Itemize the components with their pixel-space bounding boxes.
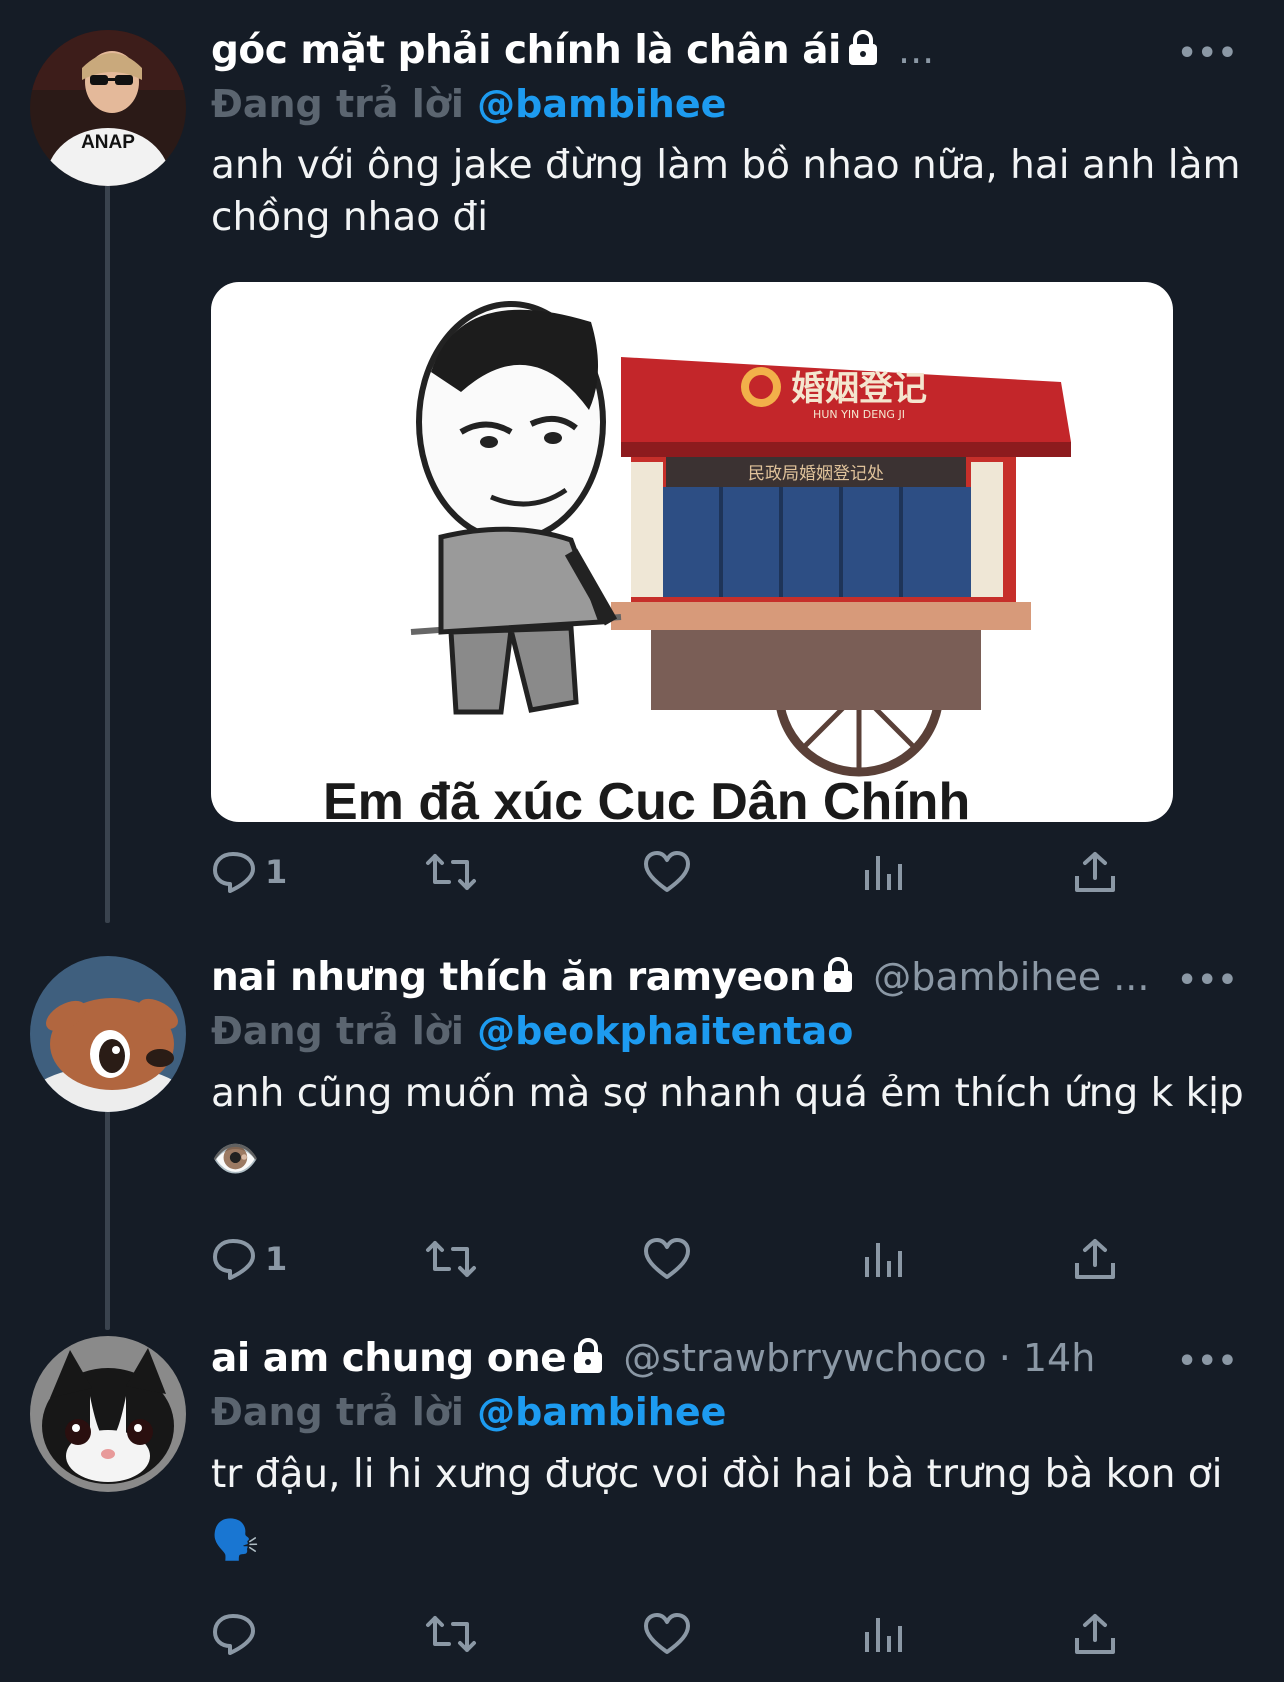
heart-icon <box>644 1238 690 1279</box>
retweet-button[interactable] <box>425 850 477 894</box>
replying-prefix: Đang trả lời <box>211 1009 464 1053</box>
replying-prefix: Đang trả lời <box>211 82 464 126</box>
tweet-image[interactable]: 民政局婚姻登记处 婚姻登记 HUN YIN DENG JI Em đã xúc … <box>211 282 1173 822</box>
like-button[interactable] <box>643 1612 691 1656</box>
reply-button[interactable]: 1 <box>211 1237 287 1281</box>
tweet-header: ai am chung one @strawbrrywchoco · 14h •… <box>211 1336 1244 1392</box>
lock-icon <box>845 29 881 71</box>
replying-to: Đang trả lời @beokphaitentao <box>211 1009 1244 1053</box>
handle[interactable]: ... <box>898 28 934 72</box>
thread-line-2 <box>105 1108 110 1330</box>
reply-button[interactable]: 1 <box>211 850 287 894</box>
share-button[interactable] <box>1073 850 1117 894</box>
analytics-icon <box>865 1618 902 1652</box>
reply-button[interactable] <box>211 1612 265 1656</box>
retweet-button[interactable] <box>425 1237 477 1281</box>
share-button[interactable] <box>1073 1237 1117 1281</box>
like-button[interactable] <box>643 1237 691 1281</box>
avatar-shirt-text: ANAP <box>81 132 135 153</box>
share-button[interactable] <box>1073 1612 1117 1656</box>
tweet-header: góc mặt phải chính là chân ái ... ••• <box>211 28 1244 84</box>
analytics-button[interactable] <box>861 1612 905 1656</box>
analytics-icon <box>865 856 902 890</box>
retweet-button[interactable] <box>425 1612 477 1656</box>
avatar[interactable] <box>30 1336 186 1492</box>
mention-link[interactable]: @beokphaitentao <box>477 1009 853 1053</box>
share-icon <box>1075 1239 1115 1279</box>
meme-banner-text: 民政局婚姻登记处 <box>748 464 884 484</box>
more-options-icon[interactable]: ••• <box>1177 36 1238 71</box>
more-options-icon[interactable]: ••• <box>1177 1344 1238 1379</box>
tweet-header: nai nhưng thích ăn ramyeon @bambihee ...… <box>211 955 1244 1011</box>
meme-sign-subtext: HUN YIN DENG JI <box>813 408 905 421</box>
tweet-actions <box>211 1612 1244 1672</box>
retweet-icon <box>426 1616 476 1652</box>
tweet-text: anh cũng muốn mà sợ nhanh quá ẻm thích ứ… <box>211 1071 1244 1182</box>
heart-icon <box>644 1613 690 1654</box>
heart-icon <box>644 851 690 892</box>
reply-count: 1 <box>265 1240 288 1278</box>
tweet-actions: 1 <box>211 1237 1244 1297</box>
more-options-icon[interactable]: ••• <box>1177 963 1238 998</box>
display-name[interactable]: góc mặt phải chính là chân ái <box>211 28 841 73</box>
reply-icon <box>213 852 255 893</box>
avatar[interactable] <box>30 956 186 1112</box>
mention-link[interactable]: @bambihee <box>477 82 726 126</box>
lock-icon <box>820 956 856 998</box>
replying-prefix: Đang trả lời <box>211 1390 464 1434</box>
meme-caption: Em đã xúc Cục Dân Chính <box>323 773 971 822</box>
share-icon <box>1075 852 1115 892</box>
like-button[interactable] <box>643 850 691 894</box>
replying-to: Đang trả lời @bambihee <box>211 1390 1244 1434</box>
meme-illustration: 民政局婚姻登记处 婚姻登记 HUN YIN DENG JI <box>410 301 1071 777</box>
handle[interactable]: @bambihee ... <box>873 955 1149 999</box>
mention-link[interactable]: @bambihee <box>477 1390 726 1434</box>
retweet-icon <box>426 1241 476 1277</box>
tweet-actions: 1 <box>211 850 1244 910</box>
avatar[interactable]: ANAP <box>30 30 186 186</box>
analytics-button[interactable] <box>861 850 905 894</box>
replying-to: Đang trả lời @bambihee <box>211 82 1244 126</box>
analytics-icon <box>865 1243 902 1277</box>
lock-icon <box>570 1337 606 1379</box>
tweet-text: anh với ông jake đừng làm bồ nhao nữa, h… <box>211 143 1241 240</box>
reply-icon <box>213 1614 255 1655</box>
thread-line-1 <box>105 178 110 923</box>
display-name[interactable]: ai am chung one <box>211 1336 567 1381</box>
retweet-icon <box>426 854 476 890</box>
tweet-text: tr đậu, li hi xưng được voi đòi hai bà t… <box>211 1452 1223 1563</box>
reply-icon <box>213 1239 255 1280</box>
share-icon <box>1075 1614 1115 1654</box>
display-name[interactable]: nai nhưng thích ăn ramyeon <box>211 955 817 1000</box>
analytics-button[interactable] <box>861 1237 905 1281</box>
handle[interactable]: @strawbrrywchoco · 14h <box>623 1336 1095 1380</box>
reply-count: 1 <box>265 853 288 891</box>
meme-sign-text: 婚姻登记 <box>791 369 927 409</box>
